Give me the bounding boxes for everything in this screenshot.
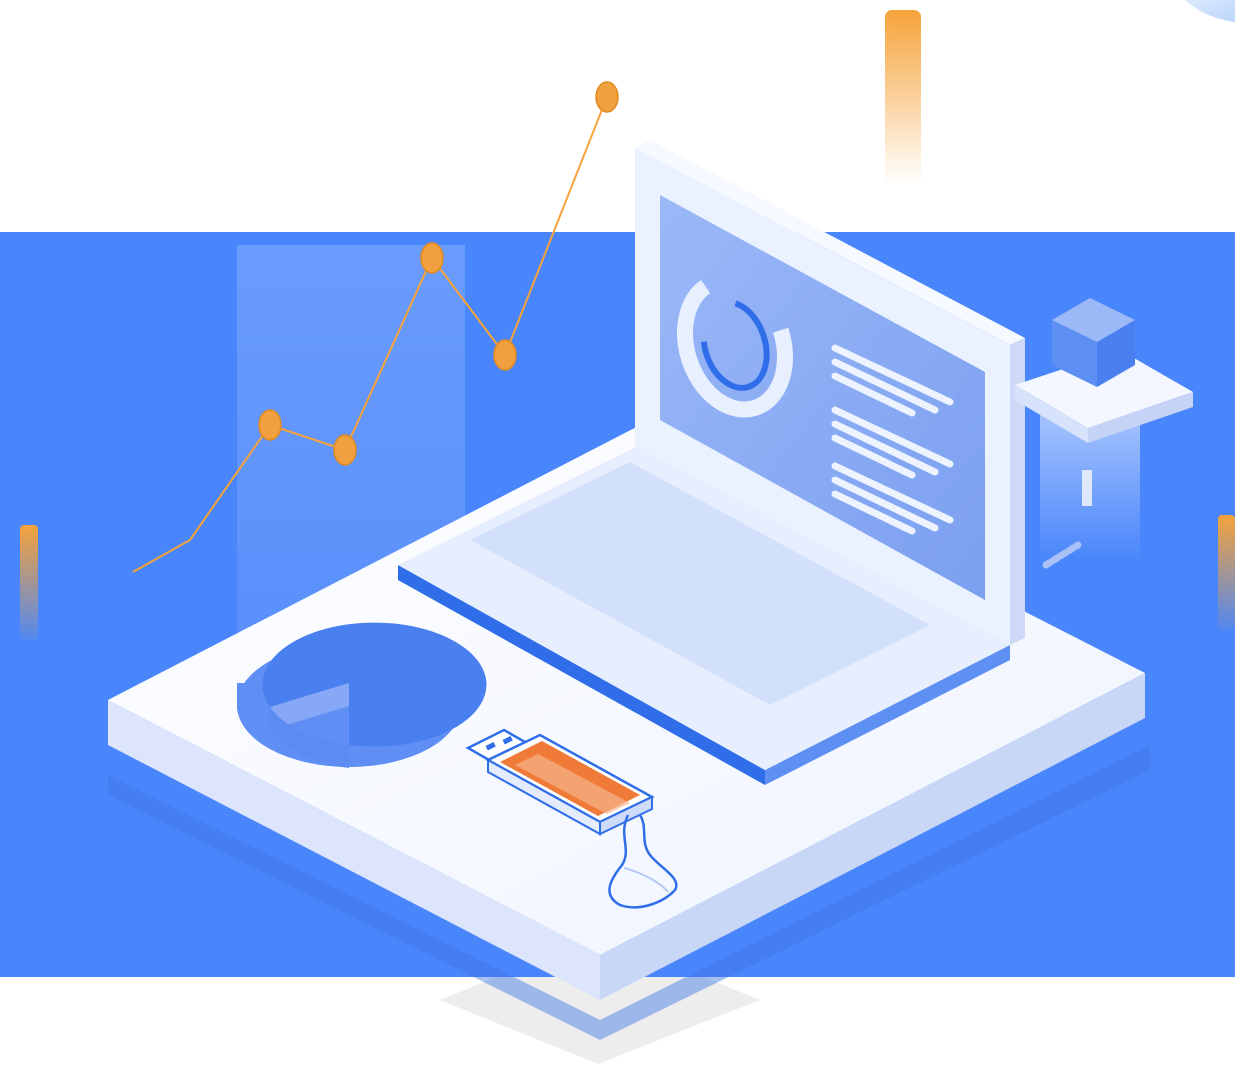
- orange-bar-right-icon: [1218, 515, 1235, 630]
- corner-decoration: [1185, 0, 1235, 22]
- analytics-illustration: [0, 0, 1235, 1064]
- orange-bar-left-icon: [20, 525, 38, 640]
- orange-bar-icon: [885, 10, 921, 185]
